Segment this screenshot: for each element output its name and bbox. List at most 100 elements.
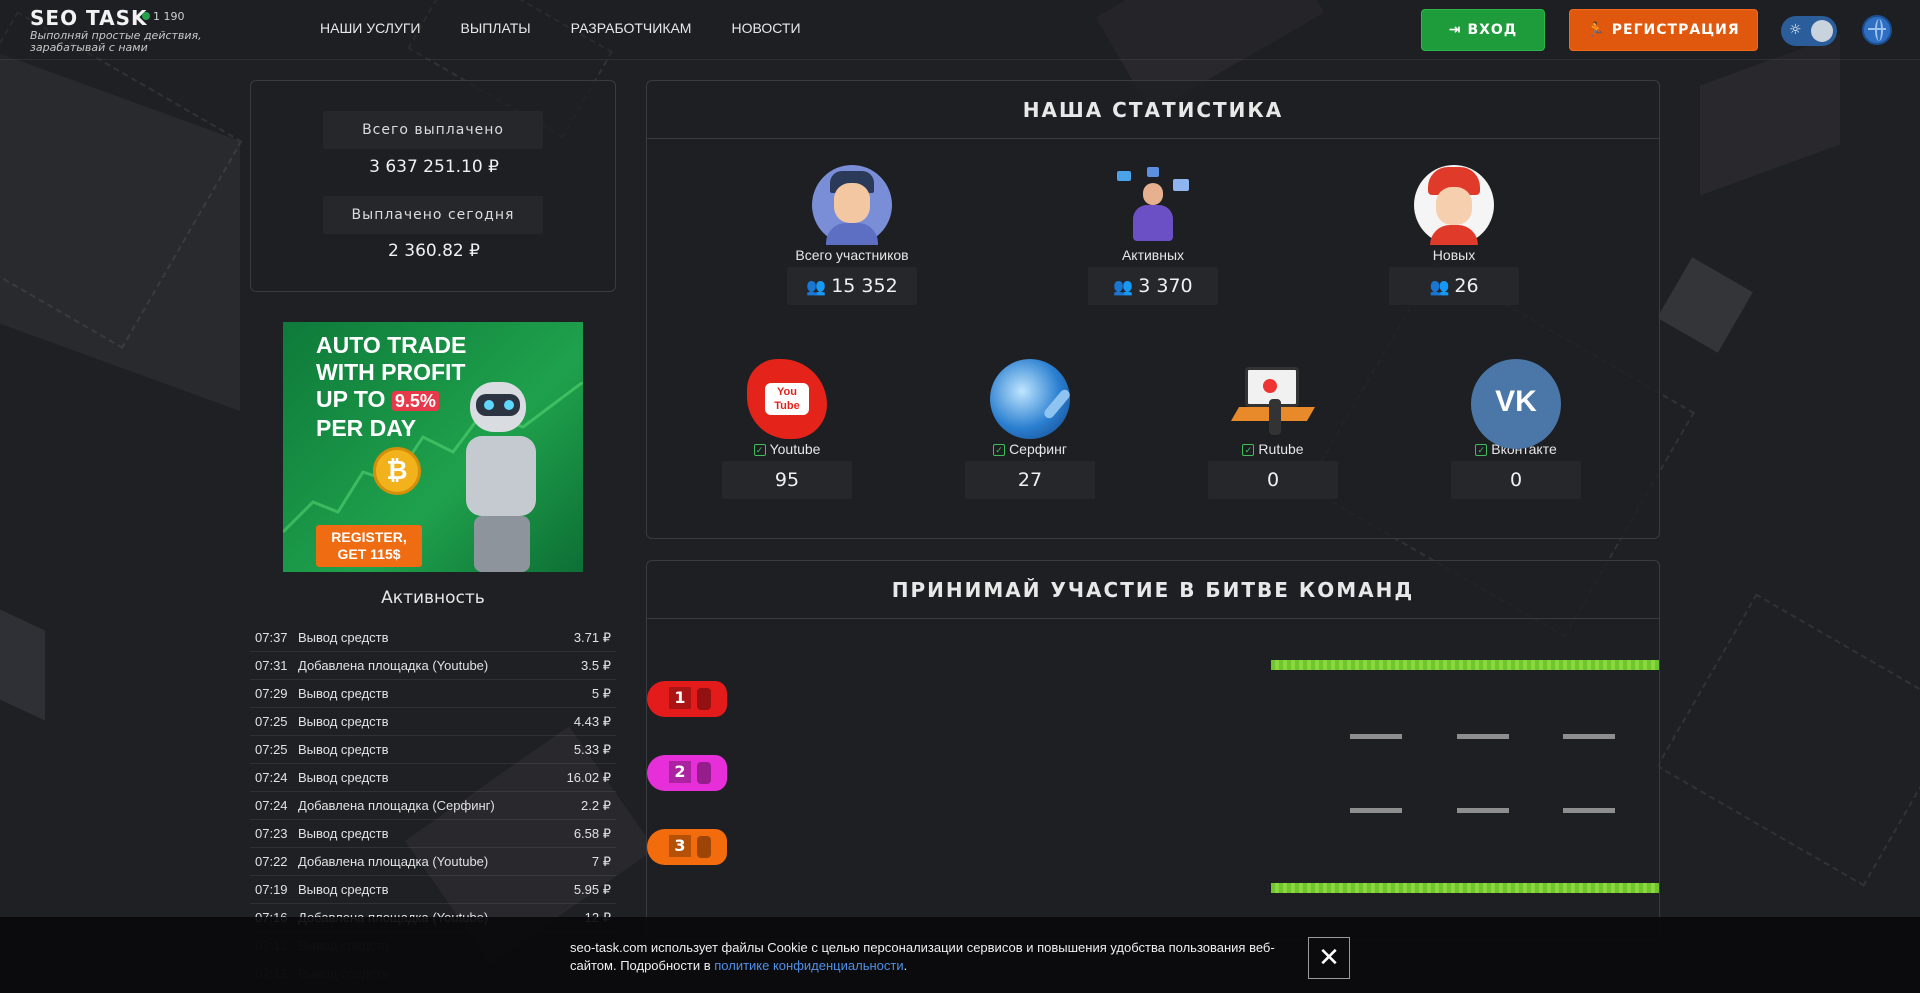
activity-time: 07:19 <box>255 882 288 897</box>
grass-top <box>1271 660 1659 670</box>
platform-name: Серфинг <box>1009 441 1067 457</box>
ad-line-4: PER DAY <box>316 415 417 441</box>
platform-value: 95 <box>722 461 852 499</box>
battle-title: ПРИНИМАЙ УЧАСТИЕ В БИТВЕ КОМАНД <box>647 561 1659 619</box>
activity-amount: 6.58 ₽ <box>573 825 611 841</box>
main-nav: НАШИ УСЛУГИ ВЫПЛАТЫ РАЗРАБОТЧИКАМ НОВОСТ… <box>320 20 801 36</box>
activity-description: Добавлена площадка (Серфинг) <box>298 798 495 813</box>
theme-toggle[interactable]: ☼ <box>1781 16 1837 46</box>
activity-amount: 2.2 ₽ <box>581 797 611 813</box>
active-person-icon <box>1113 165 1193 245</box>
stat-label: Новых <box>1432 247 1476 263</box>
stat-value-box: 👥 3 370 <box>1088 267 1218 305</box>
car-number: 1 <box>669 687 691 709</box>
users-icon: 👥 <box>1113 277 1134 296</box>
lane-marking <box>1350 734 1402 739</box>
stats-panel: НАША СТАТИСТИКА Всего участников 👥 15 352… <box>646 80 1660 539</box>
activity-row: 07:24 Добавлена площадка (Серфинг) 2.2 ₽ <box>250 792 616 820</box>
activity-time: 07:37 <box>255 630 288 645</box>
logo-slogan: Выполняй простые действия, зарабатывай с… <box>30 29 202 54</box>
runner-icon: 🏃 <box>1587 22 1606 38</box>
activity-amount: 5.33 ₽ <box>573 741 611 757</box>
stat-total-members: Всего участников 👥 15 352 <box>752 165 952 305</box>
team-car-1: 1 <box>647 681 727 717</box>
activity-description: Добавлена площадка (Youtube) <box>298 658 489 673</box>
ad-button-line-2: GET 115$ <box>337 546 401 562</box>
language-globe-icon[interactable] <box>1862 15 1892 45</box>
today-paid-label: Выплачено сегодня <box>323 196 543 234</box>
activity-row: 07:22 Добавлена площадка (Youtube) 7 ₽ <box>250 848 616 876</box>
nav-services[interactable]: НАШИ УСЛУГИ <box>320 20 421 36</box>
activity-row: 07:31 Добавлена площадка (Youtube) 3.5 ₽ <box>250 652 616 680</box>
register-label: РЕГИСТРАЦИЯ <box>1611 22 1740 38</box>
platform-name: Rutube <box>1258 441 1304 457</box>
cookie-text: seo-task.com использует файлы Cookie с ц… <box>570 939 1290 975</box>
cookie-banner: seo-task.com использует файлы Cookie с ц… <box>0 917 1920 993</box>
stat-value-box: 👥 26 <box>1389 267 1519 305</box>
activity-amount: 7 ₽ <box>591 853 611 869</box>
car-window <box>697 688 711 710</box>
ad-line-3: UP TO <box>316 386 386 412</box>
activity-description: Вывод средств <box>298 826 389 841</box>
activity-time: 07:24 <box>255 770 288 785</box>
team-car-3: 3 <box>647 829 727 865</box>
check-icon: ✓ <box>1475 444 1488 457</box>
vk-icon: VK <box>1471 359 1561 449</box>
activity-amount: 3.5 ₽ <box>581 657 611 673</box>
login-icon: ⇥ <box>1448 22 1462 38</box>
site-logo[interactable]: SEO TASK 1 190 Выполняй простые действия… <box>30 6 230 54</box>
ad-line-2: WITH PROFIT <box>316 359 466 385</box>
lane-marking <box>1457 808 1509 813</box>
online-count-value: 1 190 <box>153 10 185 23</box>
check-icon: ✓ <box>993 444 1006 457</box>
login-label: ВХОД <box>1467 22 1518 38</box>
lane-marking <box>1457 734 1509 739</box>
team-car-2: 2 <box>647 755 727 791</box>
stat-surfing: ✓ Серфинг 27 <box>930 359 1130 499</box>
nav-payouts[interactable]: ВЫПЛАТЫ <box>461 20 531 36</box>
red-hair-avatar-icon <box>1414 165 1494 245</box>
activity-time: 07:25 <box>255 742 288 757</box>
globe-arrow-icon <box>990 359 1072 439</box>
youtube-icon: You Tube <box>747 359 827 439</box>
stats-title: НАША СТАТИСТИКА <box>647 81 1659 139</box>
stat-active: Активных 👥 3 370 <box>1053 165 1253 305</box>
cookie-close-button[interactable]: ✕ <box>1308 937 1350 979</box>
stat-new: Новых 👥 26 <box>1354 165 1554 305</box>
platform-value: 27 <box>965 461 1095 499</box>
youtube-logo-text: You Tube <box>765 383 809 415</box>
today-paid-value: 2 360.82 ₽ <box>388 241 480 261</box>
platform-label: ✓ Youtube <box>687 441 887 457</box>
car-window <box>697 762 711 784</box>
activity-time: 07:22 <box>255 854 288 869</box>
activity-row: 07:24 Вывод средств 16.02 ₽ <box>250 764 616 792</box>
sun-icon: ☼ <box>1789 22 1802 38</box>
activity-description: Вывод средств <box>298 630 389 645</box>
bitcoin-icon: ₿ <box>373 447 421 495</box>
activity-row: 07:37 Вывод средств 3.71 ₽ <box>250 624 616 652</box>
payouts-summary: Всего выплачено 3 637 251.10 ₽ Выплачено… <box>250 80 616 292</box>
site-header: SEO TASK 1 190 Выполняй простые действия… <box>0 0 1920 60</box>
stat-vkontakte: VK ✓ Вконтакте 0 <box>1416 359 1616 499</box>
stat-label: Активных <box>1121 247 1185 263</box>
activity-amount: 3.71 ₽ <box>573 629 611 645</box>
ad-headline: AUTO TRADE WITH PROFIT UP TO 9.5% PER DA… <box>316 332 466 442</box>
platform-name: Youtube <box>769 441 821 457</box>
ad-banner[interactable]: AUTO TRADE WITH PROFIT UP TO 9.5% PER DA… <box>283 322 583 572</box>
activity-row: 07:19 Вывод средств 5.95 ₽ <box>250 876 616 904</box>
team-battle-panel: ПРИНИМАЙ УЧАСТИЕ В БИТВЕ КОМАНД 1 2 3 <box>646 560 1660 940</box>
privacy-policy-link[interactable]: политике конфиденциальности <box>714 958 903 973</box>
ad-register-button[interactable]: REGISTER, GET 115$ <box>316 525 422 567</box>
activity-row: 07:29 Вывод средств 5 ₽ <box>250 680 616 708</box>
man-avatar-icon <box>812 165 892 245</box>
register-button[interactable]: 🏃 РЕГИСТРАЦИЯ <box>1569 9 1758 51</box>
activity-amount: 4.43 ₽ <box>573 713 611 729</box>
platform-value: 0 <box>1208 461 1338 499</box>
activity-description: Вывод средств <box>298 770 389 785</box>
nav-news[interactable]: НОВОСТИ <box>731 20 800 36</box>
nav-developers[interactable]: РАЗРАБОТЧИКАМ <box>571 20 692 36</box>
users-icon: 👥 <box>806 277 827 296</box>
moon-icon <box>1811 20 1833 42</box>
users-icon: 👥 <box>1429 277 1450 296</box>
login-button[interactable]: ⇥ ВХОД <box>1421 9 1545 51</box>
